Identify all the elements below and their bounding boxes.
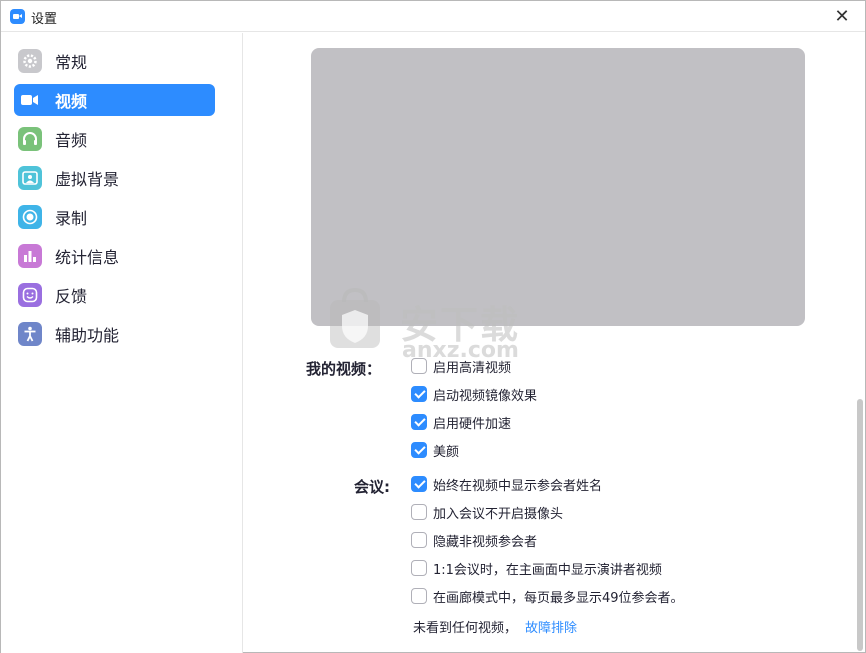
checkbox-one-on-one-speaker[interactable]: 1:1会议时，在主画面中显示演讲者视频 bbox=[411, 558, 662, 578]
sidebar-item-label: 音频 bbox=[55, 131, 88, 150]
checkbox[interactable] bbox=[411, 504, 427, 520]
troubleshoot-hint: 未看到任何视频， 故障排除 bbox=[413, 621, 578, 636]
checkbox[interactable] bbox=[411, 476, 427, 492]
headphones-icon bbox=[18, 127, 42, 151]
smiley-icon bbox=[18, 283, 42, 307]
sidebar-item-accessibility[interactable]: 辅助功能 bbox=[14, 318, 215, 350]
bar-chart-icon bbox=[18, 244, 42, 268]
sidebar-item-label: 常规 bbox=[55, 53, 88, 72]
sidebar-item-label: 统计信息 bbox=[55, 248, 120, 267]
checkbox-gallery-49[interactable]: 在画廊模式中，每页最多显示49位参会者。 bbox=[411, 586, 684, 606]
scrollbar[interactable] bbox=[855, 33, 865, 653]
video-settings-panel: 我的视频： 启用高清视频 启动视频镜像效果 启用硬件加速 美颜 会议: 始终在视… bbox=[244, 33, 865, 653]
record-icon bbox=[18, 205, 42, 229]
sidebar-item-label: 辅助功能 bbox=[55, 326, 120, 345]
checkbox[interactable] bbox=[411, 358, 427, 374]
checkbox-hd-video[interactable]: 启用高清视频 bbox=[411, 356, 511, 376]
gear-icon bbox=[18, 49, 42, 73]
sidebar-item-feedback[interactable]: 反馈 bbox=[14, 279, 215, 311]
checkbox[interactable] bbox=[411, 588, 427, 604]
sidebar-item-virtual-background[interactable]: 虚拟背景 bbox=[14, 162, 215, 194]
sidebar-item-label: 录制 bbox=[55, 209, 88, 228]
checkbox-hide-non-video[interactable]: 隐藏非视频参会者 bbox=[411, 530, 537, 550]
settings-sidebar: 常规 视频 音频 虚拟背景 录制 统计信息 反馈 辅助功能 bbox=[1, 33, 243, 653]
sidebar-item-general[interactable]: 常规 bbox=[14, 45, 215, 77]
close-button[interactable]: ✕ bbox=[819, 1, 865, 32]
video-preview bbox=[311, 48, 805, 326]
zoom-app-icon bbox=[10, 9, 25, 24]
sidebar-item-label: 虚拟背景 bbox=[55, 170, 120, 189]
checkbox-join-without-camera[interactable]: 加入会议不开启摄像头 bbox=[411, 502, 563, 522]
checkbox[interactable] bbox=[411, 414, 427, 430]
close-icon: ✕ bbox=[834, 6, 850, 27]
title-bar: 设置 ✕ bbox=[1, 1, 865, 32]
window-title: 设置 bbox=[31, 12, 58, 27]
scroll-thumb[interactable] bbox=[857, 399, 863, 651]
sidebar-item-audio[interactable]: 音频 bbox=[14, 123, 215, 155]
checkbox[interactable] bbox=[411, 386, 427, 402]
sidebar-item-statistics[interactable]: 统计信息 bbox=[14, 240, 215, 272]
sidebar-item-label: 视频 bbox=[55, 92, 88, 111]
checkbox-hardware-acceleration[interactable]: 启用硬件加速 bbox=[411, 412, 511, 432]
meeting-label: 会议: bbox=[354, 478, 390, 496]
checkbox[interactable] bbox=[411, 442, 427, 458]
video-camera-icon bbox=[18, 88, 42, 112]
accessibility-icon bbox=[18, 322, 42, 346]
sidebar-item-label: 反馈 bbox=[55, 287, 88, 306]
troubleshoot-link[interactable]: 故障排除 bbox=[525, 621, 577, 636]
sidebar-item-video[interactable]: 视频 bbox=[14, 84, 215, 116]
settings-window: 设置 ✕ 常规 视频 音频 虚拟背景 录制 统计信息 反馈 辅助功能 我的视频：… bbox=[0, 0, 866, 653]
sidebar-item-recording[interactable]: 录制 bbox=[14, 201, 215, 233]
checkbox[interactable] bbox=[411, 532, 427, 548]
checkbox[interactable] bbox=[411, 560, 427, 576]
checkbox-always-show-names[interactable]: 始终在视频中显示参会者姓名 bbox=[411, 474, 602, 494]
person-frame-icon bbox=[18, 166, 42, 190]
checkbox-mirror-video[interactable]: 启动视频镜像效果 bbox=[411, 384, 537, 404]
checkbox-touch-up[interactable]: 美颜 bbox=[411, 440, 459, 460]
my-video-label: 我的视频： bbox=[306, 360, 382, 378]
